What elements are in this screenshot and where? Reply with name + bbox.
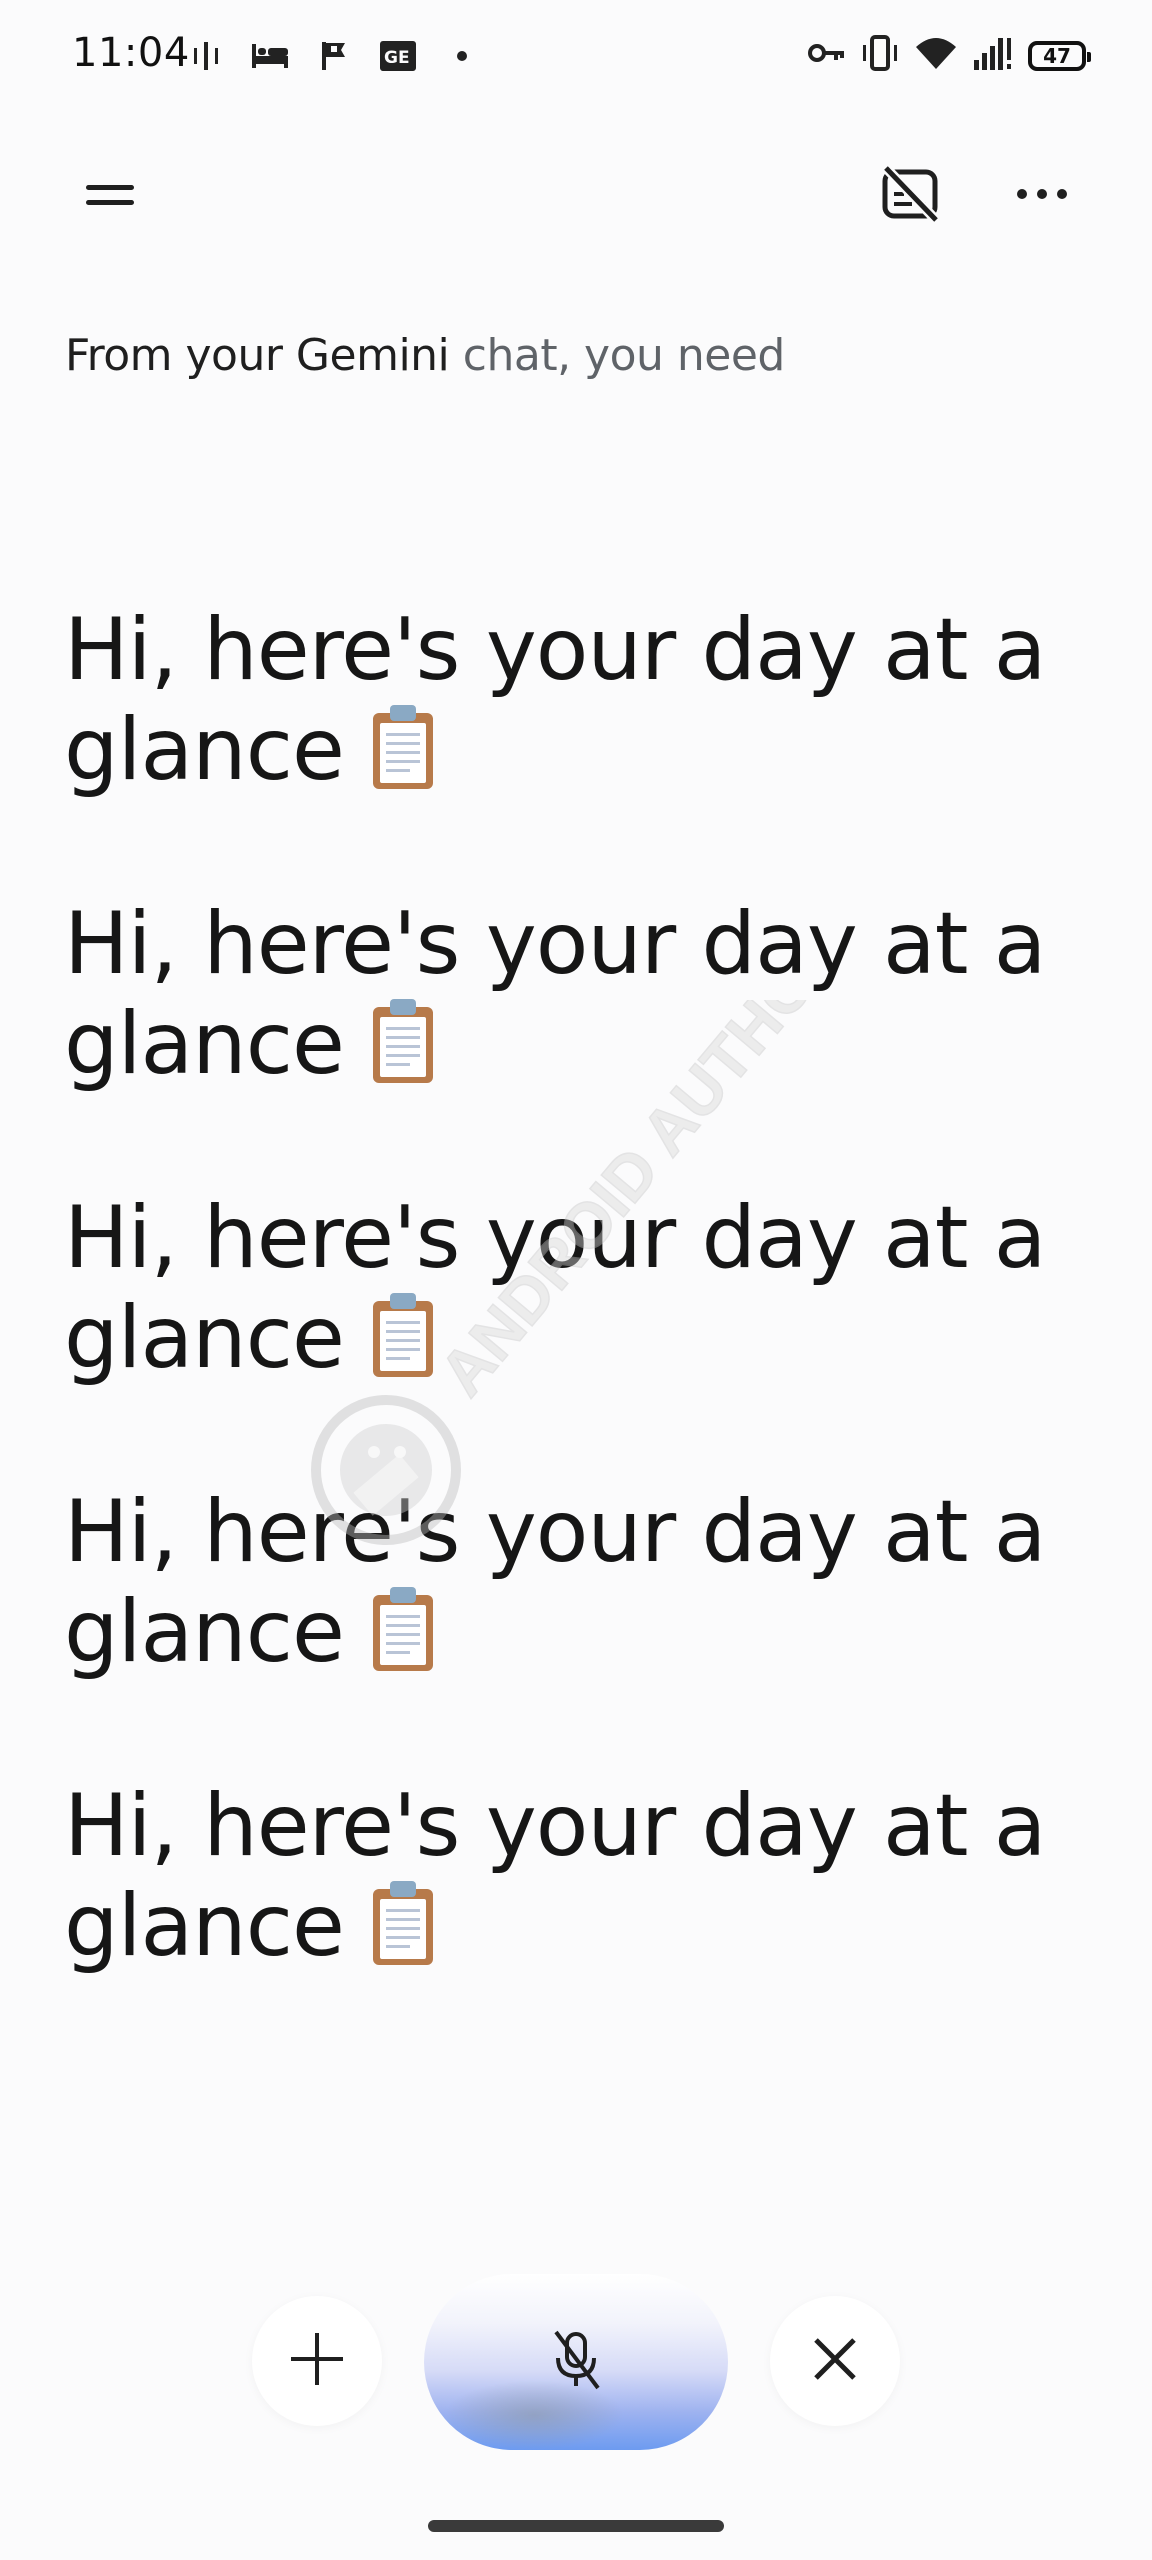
context-line: From your Gemini chat, you need — [65, 330, 785, 381]
message-line: Hi, here's your day at a — [64, 600, 1047, 700]
menu-button[interactable] — [70, 162, 150, 232]
wifi-icon — [914, 35, 958, 76]
battery-icon: 47 — [1028, 40, 1091, 71]
close-icon — [810, 2334, 860, 2389]
message-line: glance — [64, 1288, 1064, 1388]
captions-off-icon — [880, 164, 940, 229]
message-text: glance — [64, 994, 345, 1094]
plus-icon — [287, 2329, 347, 2394]
key-icon — [808, 41, 846, 70]
clipboard-emoji-icon — [370, 1585, 436, 1673]
message-line: Hi, here's your day at a — [64, 894, 1047, 994]
transcript-message: Hi, here's your day at a glance — [64, 1482, 1064, 1682]
bed-icon — [250, 36, 290, 76]
context-suffix: chat, you need — [449, 330, 786, 381]
mic-off-icon — [548, 2328, 604, 2397]
captions-toggle-button[interactable] — [870, 156, 950, 236]
context-prefix: From your Gemini — [65, 330, 450, 381]
mic-toggle-button[interactable] — [424, 2274, 728, 2450]
message-text: glance — [64, 700, 345, 800]
add-button[interactable] — [252, 2296, 382, 2426]
transcript-message: Hi, here's your day at a glance — [64, 1776, 1064, 1976]
clipboard-emoji-icon — [370, 1291, 436, 1379]
message-line: Hi, here's your day at a — [64, 1482, 1047, 1582]
home-indicator[interactable] — [428, 2520, 724, 2532]
close-button[interactable] — [770, 2296, 900, 2426]
message-text: glance — [64, 1876, 345, 1976]
menu-icon — [84, 177, 136, 218]
status-left-icons: GE — [186, 36, 482, 76]
clipboard-emoji-icon — [370, 997, 436, 1085]
flag-icon — [314, 36, 354, 76]
more-horizontal-icon — [1016, 187, 1068, 206]
clipboard-emoji-icon — [370, 1879, 436, 1967]
message-text: glance — [64, 1582, 345, 1682]
message-line: glance — [64, 994, 1064, 1094]
message-line: glance — [64, 700, 1064, 800]
more-options-button[interactable] — [1002, 156, 1082, 236]
transcript-message: Hi, here's your day at a glance — [64, 600, 1064, 800]
transcript-message: Hi, here's your day at a glance — [64, 894, 1064, 1094]
top-app-bar — [0, 140, 1152, 250]
status-right-icons: 47 — [808, 34, 1091, 77]
transcript-message: Hi, here's your day at a glance — [64, 1188, 1064, 1388]
status-bar: 11:04 GE 47 — [0, 0, 1152, 110]
status-time: 11:04 — [72, 30, 190, 76]
clipboard-emoji-icon — [370, 703, 436, 791]
news-icon: GE — [378, 36, 418, 76]
battery-level: 47 — [1043, 43, 1071, 68]
transcript: Hi, here's your day at a glance Hi, here… — [64, 600, 1064, 2070]
message-line: glance — [64, 1582, 1064, 1682]
vibrate-icon — [860, 34, 900, 77]
message-text: glance — [64, 1288, 345, 1388]
message-line: Hi, here's your day at a — [64, 1188, 1047, 1288]
dot-icon — [442, 36, 482, 76]
activity-icon — [186, 36, 226, 76]
message-line: glance — [64, 1876, 1064, 1976]
signal-icon — [972, 34, 1014, 77]
message-line: Hi, here's your day at a — [64, 1776, 1047, 1876]
svg-text:GE: GE — [384, 48, 410, 68]
